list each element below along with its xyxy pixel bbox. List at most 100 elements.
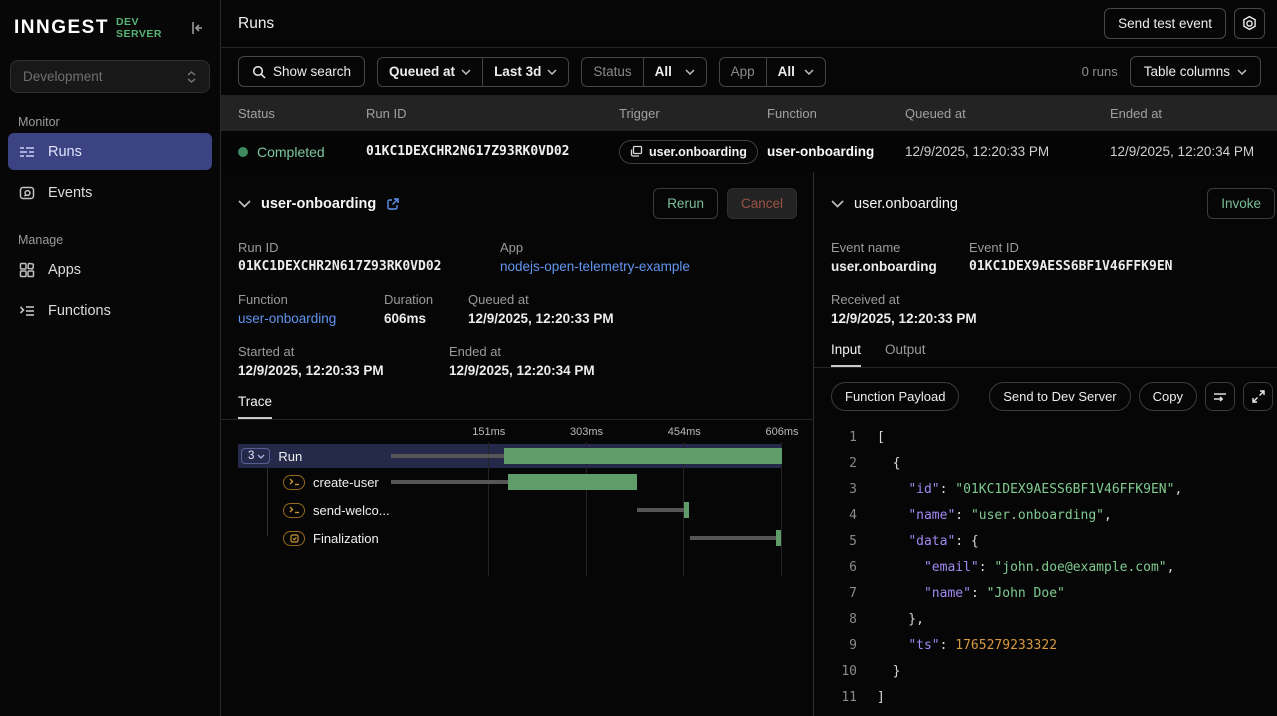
run-id-label: Run ID bbox=[238, 240, 500, 255]
code-text: "data": { bbox=[877, 529, 979, 555]
function-link[interactable]: user-onboarding bbox=[238, 311, 384, 326]
trace-row-send-welco-[interactable]: send-welco... bbox=[238, 496, 782, 524]
axis-tick-label: 454ms bbox=[668, 426, 701, 438]
code-text: [ bbox=[877, 425, 885, 451]
sidebar-item-apps[interactable]: Apps bbox=[8, 251, 212, 288]
queued-at-cell: 12/9/2025, 12:20:33 PM bbox=[905, 144, 1110, 159]
app-filter-dropdown[interactable]: All bbox=[767, 58, 825, 86]
trace-waterfall: 151ms303ms454ms606ms3Runcreate-usersend-… bbox=[221, 422, 813, 552]
tab-output[interactable]: Output bbox=[885, 342, 926, 367]
external-link-icon[interactable] bbox=[386, 197, 400, 211]
received-at-value: 12/9/2025, 12:20:33 PM bbox=[831, 311, 977, 326]
tab-input[interactable]: Input bbox=[831, 342, 861, 367]
cancel-button[interactable]: Cancel bbox=[727, 188, 797, 219]
table-columns-button[interactable]: Table columns bbox=[1130, 56, 1261, 87]
trace-row-label: Run bbox=[278, 449, 302, 464]
sidebar-item-events[interactable]: Events bbox=[8, 174, 212, 211]
show-search-button[interactable]: Show search bbox=[238, 56, 365, 87]
collapse-sidebar-icon[interactable] bbox=[188, 19, 206, 37]
axis-tick-label: 606ms bbox=[765, 426, 798, 438]
run-id-value: 01KC1DEXCHR2N617Z93RK0VD02 bbox=[238, 259, 500, 274]
run-table-row[interactable]: Completed 01KC1DEXCHR2N617Z93RK0VD02 use… bbox=[221, 131, 1277, 172]
app-filter-group: App All bbox=[719, 57, 826, 87]
trace-row-finalization[interactable]: Finalization bbox=[238, 524, 782, 552]
copy-button[interactable]: Copy bbox=[1139, 382, 1197, 411]
step-count-badge[interactable]: 3 bbox=[241, 448, 270, 464]
trace-timeline bbox=[391, 524, 782, 552]
ended-at-value: 12/9/2025, 12:20:34 PM bbox=[449, 363, 595, 378]
trace-row-run[interactable]: 3 Run bbox=[238, 444, 782, 468]
trace-row-name: create-user bbox=[238, 475, 391, 490]
duration-label: Duration bbox=[384, 292, 468, 307]
line-number: 7 bbox=[831, 581, 857, 607]
column-header: Run ID bbox=[366, 106, 619, 121]
expand-button[interactable] bbox=[1243, 382, 1273, 411]
line-number: 5 bbox=[831, 529, 857, 555]
main-area: Runs Send test event Show search Queued … bbox=[221, 0, 1277, 716]
run-id-cell: 01KC1DEXCHR2N617Z93RK0VD02 bbox=[366, 144, 619, 159]
app-root: INNGEST DEV SERVER Development Monitor R… bbox=[0, 0, 1277, 716]
queued-at-dropdown[interactable]: Queued at bbox=[378, 58, 482, 86]
sidebar-item-runs[interactable]: Runs bbox=[8, 133, 212, 170]
filter-bar: Show search Queued at Last 3d Status All bbox=[221, 48, 1277, 95]
app-link[interactable]: nodejs-open-telemetry-example bbox=[500, 259, 690, 274]
step-run-icon bbox=[283, 503, 305, 518]
functions-icon bbox=[18, 302, 36, 320]
sidebar-item-functions[interactable]: Functions bbox=[8, 292, 212, 329]
environment-selector[interactable]: Development bbox=[10, 60, 210, 93]
code-line: 1[ bbox=[831, 425, 1277, 451]
code-line: 5 "data": { bbox=[831, 529, 1277, 555]
code-line: 2 { bbox=[831, 451, 1277, 477]
word-wrap-button[interactable] bbox=[1205, 382, 1235, 411]
function-payload-button[interactable]: Function Payload bbox=[831, 382, 959, 411]
sidebar-item-label: Runs bbox=[48, 144, 82, 160]
code-text: "name": "user.onboarding", bbox=[877, 503, 1112, 529]
trace-row-label: Finalization bbox=[313, 531, 379, 546]
code-line: 6 "email": "john.doe@example.com", bbox=[831, 555, 1277, 581]
trace-row-name: Finalization bbox=[238, 531, 391, 546]
ended-at-cell: 12/9/2025, 12:20:34 PM bbox=[1110, 144, 1277, 159]
table-header: StatusRun IDTriggerFunctionQueued atEnde… bbox=[221, 95, 1277, 131]
trace-timeline bbox=[391, 468, 782, 496]
function-label: Function bbox=[238, 292, 384, 307]
event-title: user.onboarding bbox=[854, 196, 958, 212]
started-at-value: 12/9/2025, 12:20:33 PM bbox=[238, 363, 449, 378]
collapse-event-chevron-icon[interactable] bbox=[831, 200, 844, 208]
line-number: 10 bbox=[831, 659, 857, 685]
ended-at-label: Ended at bbox=[449, 344, 595, 359]
invoke-button[interactable]: Invoke bbox=[1207, 188, 1275, 219]
trigger-pill[interactable]: user.onboarding bbox=[619, 140, 758, 164]
send-test-event-button[interactable]: Send test event bbox=[1104, 8, 1226, 39]
page-title: Runs bbox=[238, 15, 274, 33]
runs-icon bbox=[18, 143, 36, 161]
code-text: "id": "01KC1DEX9AESS6BF1V46FFK9EN", bbox=[877, 477, 1182, 503]
send-to-dev-server-button[interactable]: Send to Dev Server bbox=[989, 382, 1130, 411]
settings-button[interactable] bbox=[1234, 8, 1265, 39]
code-line: 11] bbox=[831, 685, 1277, 711]
column-header: Trigger bbox=[619, 106, 767, 121]
search-icon bbox=[252, 65, 266, 79]
rerun-button[interactable]: Rerun bbox=[653, 188, 718, 219]
axis-tick-label: 303ms bbox=[570, 426, 603, 438]
line-number: 4 bbox=[831, 503, 857, 529]
collapse-run-chevron-icon[interactable] bbox=[238, 200, 251, 208]
runs-count: 0 runs bbox=[1082, 64, 1118, 79]
code-line: 7 "name": "John Doe" bbox=[831, 581, 1277, 607]
status-filter-group: Status All bbox=[581, 57, 706, 87]
column-header: Queued at bbox=[905, 106, 1110, 121]
time-range-dropdown[interactable]: Last 3d bbox=[483, 58, 568, 86]
sidebar-section-manage: Manage bbox=[0, 233, 220, 247]
tab-trace[interactable]: Trace bbox=[238, 394, 272, 419]
trace-row-create-user[interactable]: create-user bbox=[238, 468, 782, 496]
queued-at-value: 12/9/2025, 12:20:33 PM bbox=[468, 311, 614, 326]
event-name-label: Event name bbox=[831, 240, 969, 255]
app-label: App bbox=[500, 240, 690, 255]
execution-bar bbox=[504, 448, 782, 464]
queue-duration-line bbox=[391, 480, 508, 484]
events-icon bbox=[18, 184, 36, 202]
line-number: 3 bbox=[831, 477, 857, 503]
status-filter-dropdown[interactable]: All bbox=[644, 58, 706, 86]
dev-server-badge: DEV SERVER bbox=[116, 16, 181, 40]
queue-duration-line bbox=[637, 508, 684, 512]
finalization-icon bbox=[283, 531, 305, 546]
